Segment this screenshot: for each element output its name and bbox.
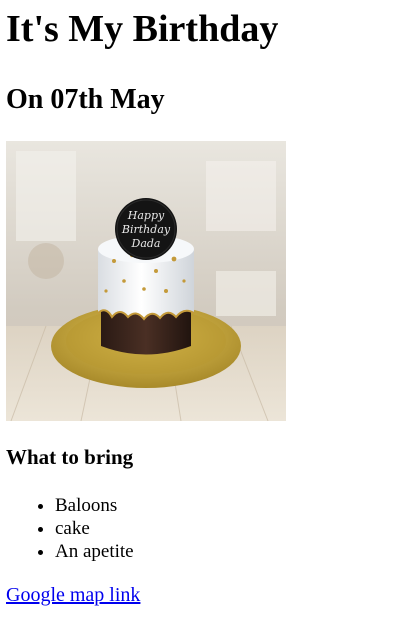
google-map-link[interactable]: Google map link (6, 583, 140, 607)
svg-text:Happy: Happy (127, 209, 165, 222)
bring-list: Baloons cake An apetite (6, 494, 398, 563)
page-title: It's My Birthday (6, 8, 279, 50)
birthday-cake-image: Happy Birthday Dada (6, 141, 286, 421)
birthday-page: It's My Birthday On 07th May Happy Birth… (0, 7, 404, 607)
list-item: An apetite (55, 540, 398, 563)
list-item: Baloons (55, 494, 398, 517)
what-to-bring-heading: What to bring (6, 445, 134, 469)
svg-text:Dada: Dada (131, 237, 161, 250)
svg-text:Birthday: Birthday (121, 223, 171, 236)
list-item: cake (55, 517, 398, 540)
event-date: On 07th May (6, 84, 165, 115)
